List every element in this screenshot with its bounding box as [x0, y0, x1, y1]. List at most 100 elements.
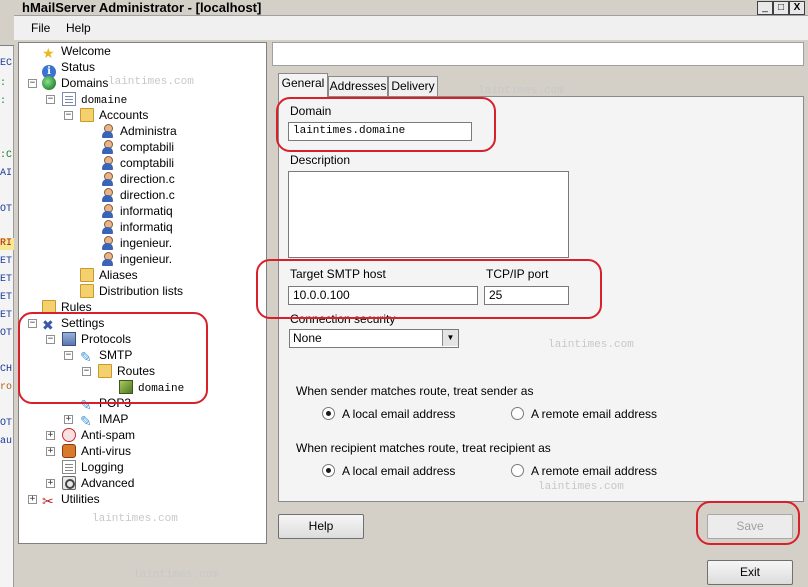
help-button[interactable]: Help: [278, 514, 364, 539]
tree-item-account[interactable]: ingenieur.: [101, 251, 172, 267]
tree-item-welcome[interactable]: ★ Welcome: [42, 43, 111, 61]
tree-item-label: IMAP: [99, 412, 129, 426]
tree-item-account[interactable]: comptabili: [101, 155, 174, 171]
route-icon: [119, 380, 133, 394]
folder-icon: [98, 364, 112, 378]
tree-item-rules[interactable]: Rules: [42, 299, 92, 315]
globe-icon: [42, 76, 56, 90]
tree-item-routes[interactable]: Routes: [98, 363, 155, 379]
minimize-button[interactable]: _: [757, 1, 773, 15]
tcpip-port-field[interactable]: 25: [484, 286, 569, 305]
tab-delivery[interactable]: Delivery: [388, 76, 438, 96]
sender-local-label[interactable]: A local email address: [342, 407, 455, 421]
navigation-tree[interactable]: ★ Welcome i Status − Domains − domaine − A…: [18, 42, 267, 544]
collapse-settings-toggle[interactable]: −: [28, 319, 37, 328]
user-icon: [101, 172, 115, 186]
feather-icon: ✎: [80, 413, 92, 429]
tree-item-domain[interactable]: domaine: [62, 91, 127, 107]
title-bar[interactable]: hMailServer Administrator - [localhost] …: [14, 0, 808, 16]
collapse-routes-toggle[interactable]: −: [82, 367, 91, 376]
expand-utilities-toggle[interactable]: +: [28, 495, 37, 504]
tree-item-label: Logging: [81, 460, 124, 474]
tree-item-utilities[interactable]: ✂ Utilities: [42, 491, 100, 508]
menu-file[interactable]: File: [31, 21, 50, 35]
expand-imap-toggle[interactable]: +: [64, 415, 73, 424]
advanced-icon: [62, 476, 76, 490]
tree-item-label: comptabili: [120, 156, 175, 170]
save-button[interactable]: Save: [707, 514, 793, 539]
background-window-toolbar: [0, 0, 14, 46]
user-icon: [101, 252, 115, 266]
tree-item-label: Administra: [120, 124, 177, 138]
connection-security-select[interactable]: None ▼: [289, 329, 459, 348]
exit-button[interactable]: Exit: [707, 560, 793, 585]
tree-item-label: Routes: [117, 364, 156, 378]
tree-item-label: informatiq: [120, 220, 173, 234]
sender-remote-label[interactable]: A remote email address: [531, 407, 657, 421]
collapse-domain-toggle[interactable]: −: [46, 95, 55, 104]
tree-item-account[interactable]: informatiq: [101, 219, 173, 235]
sender-local-radio[interactable]: [322, 407, 335, 420]
close-button[interactable]: X: [789, 1, 805, 15]
tree-item-aliases[interactable]: Aliases: [80, 267, 138, 283]
star-icon: ★: [42, 45, 55, 61]
tab-general[interactable]: General: [278, 73, 328, 97]
collapse-domains-toggle[interactable]: −: [28, 79, 37, 88]
expand-advanced-toggle[interactable]: +: [46, 479, 55, 488]
target-smtp-host-field[interactable]: 10.0.0.100: [288, 286, 478, 305]
tree-item-pop3[interactable]: ✎ POP3: [80, 395, 131, 412]
collapse-protocols-toggle[interactable]: −: [46, 335, 55, 344]
tree-item-label: Protocols: [81, 332, 132, 346]
tab-addresses[interactable]: Addresses: [328, 76, 388, 96]
menu-help[interactable]: Help: [66, 21, 91, 35]
background-text-fragment: :C: [0, 150, 13, 161]
tree-item-account[interactable]: informatiq: [101, 203, 173, 219]
tree-item-protocols[interactable]: Protocols: [62, 331, 131, 347]
tree-item-label: domaine: [138, 383, 185, 395]
tree-item-account[interactable]: direction.c: [101, 171, 175, 187]
tree-item-smtp[interactable]: ✎ SMTP: [80, 347, 133, 364]
tree-item-account[interactable]: comptabili: [101, 139, 174, 155]
tree-item-label: SMTP: [99, 348, 133, 362]
tree-item-antispam[interactable]: Anti-spam: [62, 427, 135, 443]
background-text-fragment: CH: [0, 364, 13, 375]
tree-item-label: Distribution lists: [99, 284, 184, 298]
recipient-local-radio[interactable]: [322, 464, 335, 477]
tree-item-label: Anti-virus: [81, 444, 132, 458]
tree-item-account[interactable]: Administra: [101, 123, 177, 139]
domain-icon: [62, 92, 76, 106]
recipient-local-label[interactable]: A local email address: [342, 464, 455, 478]
collapse-accounts-toggle[interactable]: −: [64, 111, 73, 120]
description-field[interactable]: [288, 171, 569, 258]
recipient-remote-radio[interactable]: [511, 464, 524, 477]
tree-item-logging[interactable]: Logging: [62, 459, 124, 475]
tree-item-distribution-lists[interactable]: Distribution lists: [80, 283, 183, 299]
tree-item-settings[interactable]: ✖ Settings: [42, 315, 104, 332]
content-header: [272, 42, 804, 66]
tree-item-antivirus[interactable]: Anti-virus: [62, 443, 131, 459]
tree-item-account[interactable]: ingenieur.: [101, 235, 172, 251]
tree-item-accounts[interactable]: Accounts: [80, 107, 148, 123]
tree-item-status[interactable]: i Status: [42, 59, 95, 79]
tree-item-route-domaine[interactable]: domaine: [119, 379, 184, 395]
tree-item-label: Accounts: [99, 108, 149, 122]
sender-remote-radio[interactable]: [511, 407, 524, 420]
expand-antispam-toggle[interactable]: +: [46, 431, 55, 440]
tree-item-label: informatiq: [120, 204, 173, 218]
tree-item-advanced[interactable]: Advanced: [62, 475, 134, 491]
maximize-button[interactable]: □: [773, 1, 789, 15]
tree-item-account[interactable]: direction.c: [101, 187, 175, 203]
domain-field[interactable]: laintimes.domaine: [288, 122, 472, 141]
tree-item-imap[interactable]: ✎ IMAP: [80, 411, 129, 429]
collapse-smtp-toggle[interactable]: −: [64, 351, 73, 360]
tree-item-domains[interactable]: Domains: [42, 75, 108, 91]
chevron-down-icon[interactable]: ▼: [442, 330, 458, 346]
folder-icon: [80, 108, 94, 122]
expand-antivirus-toggle[interactable]: +: [46, 447, 55, 456]
user-icon: [101, 188, 115, 202]
antispam-icon: [62, 428, 76, 442]
recipient-remote-label[interactable]: A remote email address: [531, 464, 657, 478]
connection-security-label: Connection security: [290, 312, 396, 326]
connection-security-value: None: [293, 331, 322, 345]
window-title: hMailServer Administrator - [localhost]: [22, 0, 262, 15]
